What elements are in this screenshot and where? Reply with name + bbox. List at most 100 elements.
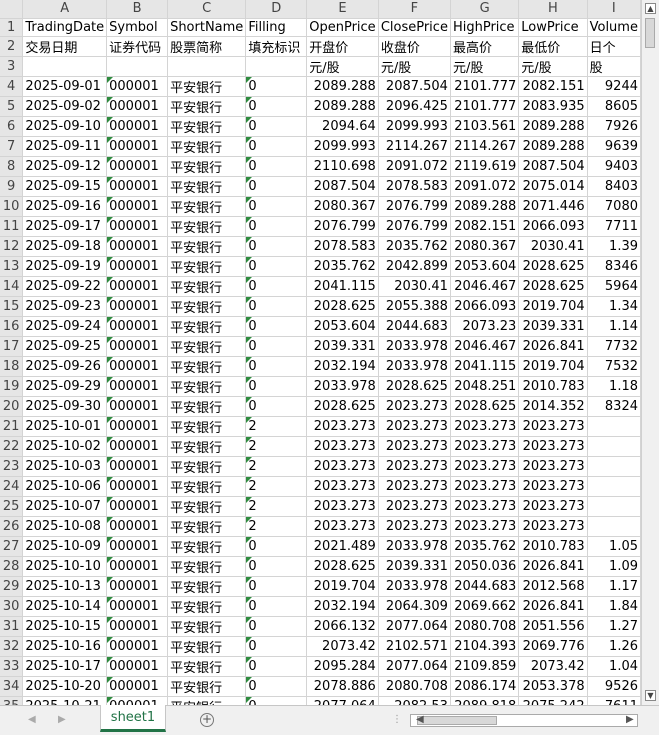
cell-vol[interactable]: 8324 (587, 396, 641, 417)
cell-name[interactable]: 平安银行 (167, 136, 247, 157)
cell-symbol[interactable]: 000001 (106, 616, 169, 637)
cell-open[interactable]: 2023.273 (306, 456, 379, 477)
cell-high[interactable]: 2101.777 (450, 76, 520, 97)
cell-close[interactable]: 2076.799 (378, 196, 451, 217)
cell[interactable]: 证券代码 (106, 36, 169, 57)
cell[interactable]: Symbol (106, 18, 169, 37)
cell-symbol[interactable]: 000001 (106, 156, 169, 177)
cell-vol[interactable]: 9244 (587, 76, 641, 97)
cell-high[interactable]: 2119.619 (450, 156, 520, 177)
cell-vol[interactable]: 1.18 (587, 376, 641, 397)
column-header-c[interactable]: C (167, 0, 247, 19)
cell-close[interactable]: 2035.762 (378, 236, 451, 257)
cell-date[interactable]: 2025-09-26 (22, 356, 108, 377)
column-header-f[interactable]: F (378, 0, 451, 19)
cell-close[interactable]: 2023.273 (378, 476, 451, 497)
cell-open[interactable]: 2066.132 (306, 616, 379, 637)
cell-open[interactable]: 2028.625 (306, 556, 379, 577)
cell-close[interactable]: 2033.978 (378, 576, 451, 597)
plus-circle-icon[interactable]: + (200, 713, 214, 727)
cell-filling[interactable]: 0 (245, 156, 308, 177)
cell-close[interactable]: 2023.273 (378, 436, 451, 457)
cell-filling[interactable]: 0 (245, 596, 308, 617)
cell-vol[interactable]: 8346 (587, 256, 641, 277)
cell-low[interactable]: 2010.783 (518, 536, 588, 557)
cell-close[interactable]: 2033.978 (378, 356, 451, 377)
cell-high[interactable]: 2086.174 (450, 676, 520, 697)
cell-date[interactable]: 2025-09-19 (22, 256, 108, 277)
cell-low[interactable]: 2039.331 (518, 316, 588, 337)
cell-low[interactable]: 2023.273 (518, 416, 588, 437)
cell-name[interactable]: 平安银行 (167, 636, 247, 657)
cell-filling[interactable]: 0 (245, 116, 308, 137)
cell-date[interactable]: 2025-10-09 (22, 536, 108, 557)
row-header[interactable]: 24 (0, 476, 24, 497)
cell-name[interactable]: 平安银行 (167, 596, 247, 617)
cell-symbol[interactable]: 000001 (106, 496, 169, 517)
cell-symbol[interactable]: 000001 (106, 336, 169, 357)
row-header[interactable]: 12 (0, 236, 24, 257)
cell-symbol[interactable]: 000001 (106, 456, 169, 477)
column-header-a[interactable]: A (22, 0, 108, 19)
cell-date[interactable]: 2025-09-16 (22, 196, 108, 217)
row-header[interactable]: 19 (0, 376, 24, 397)
cell-filling[interactable]: 2 (245, 456, 308, 477)
cell-symbol[interactable]: 000001 (106, 176, 169, 197)
cell-high[interactable]: 2046.467 (450, 336, 520, 357)
cell-symbol[interactable]: 000001 (106, 136, 169, 157)
cell-vol[interactable]: 1.14 (587, 316, 641, 337)
cell-close[interactable]: 2028.625 (378, 376, 451, 397)
cell-vol[interactable]: 1.09 (587, 556, 641, 577)
cell-filling[interactable]: 0 (245, 676, 308, 697)
cell-high[interactable]: 2044.683 (450, 576, 520, 597)
cell-high[interactable]: 2069.662 (450, 596, 520, 617)
cell-open[interactable]: 2039.331 (306, 336, 379, 357)
cell-open[interactable]: 2023.273 (306, 436, 379, 457)
cell-vol[interactable] (587, 476, 641, 497)
cell-low[interactable]: 2026.841 (518, 556, 588, 577)
cell-filling[interactable]: 2 (245, 476, 308, 497)
cell-date[interactable]: 2025-10-10 (22, 556, 108, 577)
cell-date[interactable]: 2025-10-17 (22, 656, 108, 677)
cell-date[interactable]: 2025-09-23 (22, 296, 108, 317)
cell-low[interactable]: 2087.504 (518, 156, 588, 177)
cell-vol[interactable]: 1.39 (587, 236, 641, 257)
cell-name[interactable]: 平安银行 (167, 216, 247, 237)
select-all-corner[interactable] (0, 0, 24, 19)
cell-filling[interactable]: 0 (245, 96, 308, 117)
cell[interactable]: 最高价 (450, 36, 520, 57)
spreadsheet-grid[interactable]: ABCDEFGHI 1 TradingDate Symbol ShortName Fil… (0, 0, 641, 705)
cell-date[interactable]: 2025-10-14 (22, 596, 108, 617)
row-header[interactable]: 2 (0, 36, 24, 57)
cell-filling[interactable]: 0 (245, 296, 308, 317)
cell-high[interactable]: 2104.393 (450, 636, 520, 657)
cell-symbol[interactable]: 000001 (106, 696, 169, 705)
row-header[interactable]: 26 (0, 516, 24, 537)
cell-filling[interactable]: 2 (245, 416, 308, 437)
cell-open[interactable]: 2028.625 (306, 296, 379, 317)
cell-date[interactable]: 2025-10-03 (22, 456, 108, 477)
cell-date[interactable]: 2025-10-02 (22, 436, 108, 457)
cell-name[interactable]: 平安银行 (167, 236, 247, 257)
cell-filling[interactable]: 0 (245, 536, 308, 557)
cell-high[interactable]: 2053.604 (450, 256, 520, 277)
cell-name[interactable]: 平安银行 (167, 476, 247, 497)
row-header[interactable]: 27 (0, 536, 24, 557)
row-header[interactable]: 5 (0, 96, 24, 117)
cell-date[interactable]: 2025-09-10 (22, 116, 108, 137)
row-header[interactable]: 13 (0, 256, 24, 277)
cell-high[interactable]: 2023.273 (450, 436, 520, 457)
cell-high[interactable]: 2091.072 (450, 176, 520, 197)
cell-low[interactable]: 2028.625 (518, 276, 588, 297)
cell[interactable]: Filling (245, 18, 308, 37)
cell-symbol[interactable]: 000001 (106, 476, 169, 497)
cell-name[interactable]: 平安银行 (167, 436, 247, 457)
cell-name[interactable]: 平安银行 (167, 576, 247, 597)
cell-filling[interactable]: 0 (245, 636, 308, 657)
cell[interactable]: 元/股 (518, 56, 588, 77)
cell-vol[interactable]: 7732 (587, 336, 641, 357)
cell-high[interactable]: 2046.467 (450, 276, 520, 297)
scroll-left-icon[interactable]: ◀ (416, 714, 424, 725)
tab-sheet1[interactable]: sheet1 (100, 705, 166, 732)
cell[interactable] (245, 56, 308, 77)
